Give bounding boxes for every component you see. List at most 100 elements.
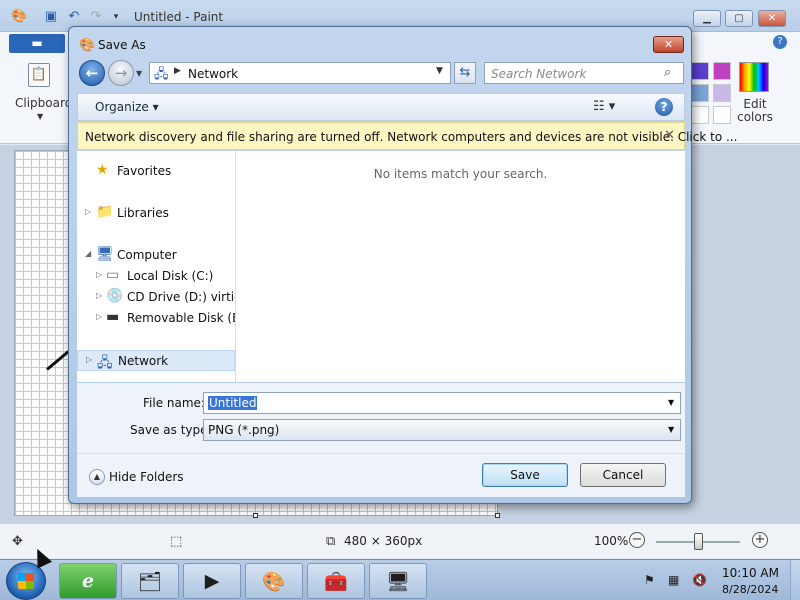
minimize-button[interactable]: ▁ (693, 10, 721, 27)
nav-item-local-disk[interactable]: ▷ ▭ Local Disk (C:) (77, 266, 235, 287)
close-button[interactable]: ✕ (758, 10, 786, 27)
taskbar-toolbox[interactable]: 🧰 (307, 563, 365, 599)
network-icon: 🖧 (154, 67, 169, 82)
address-text[interactable]: Network (188, 67, 238, 81)
network-icon: 🖧 (97, 355, 113, 371)
undo-icon[interactable]: ↶ (66, 9, 82, 25)
clipboard-group[interactable]: 📋 Clipboard ▼ (8, 58, 73, 138)
save-as-type-label: Save as type: (130, 423, 212, 437)
start-button[interactable] (6, 562, 46, 600)
back-button[interactable]: ← (79, 60, 105, 86)
nav-item-computer[interactable]: ◢ 🖥 Computer (77, 245, 235, 266)
nav-item-network[interactable]: ▷ 🖧 Network (77, 350, 235, 371)
file-name-label: File name: (143, 396, 205, 410)
save-icon[interactable]: ▣ (43, 9, 59, 25)
network-discovery-infobar[interactable]: Network discovery and file sharing are t… (77, 122, 737, 150)
media-player-icon: ▶ (204, 570, 220, 592)
star-icon: ★ (96, 162, 109, 178)
nav-item-libraries[interactable]: ▷ 📁 Libraries (77, 203, 235, 224)
edit-colors-label: Edit colors (737, 97, 773, 124)
chevron-down-icon: ▼ (37, 112, 44, 121)
file-menu-tab[interactable]: ▬ (9, 34, 65, 53)
taskbar-media-player[interactable]: ▶ (183, 563, 241, 599)
file-name-input[interactable]: Untitled ▼ (203, 392, 681, 414)
save-as-type-value: PNG (*.png) (208, 423, 280, 437)
chevron-down-icon[interactable]: ▼ (436, 66, 443, 76)
resize-handle[interactable] (495, 513, 500, 518)
nav-item-label: Favorites (117, 164, 172, 178)
color-swatch[interactable] (691, 106, 709, 124)
taskbar-paint[interactable]: 🎨 (245, 563, 303, 599)
file-name-value[interactable]: Untitled (208, 396, 258, 410)
color-swatch[interactable] (691, 84, 709, 102)
paint-app-icon[interactable]: 🎨 (11, 9, 27, 25)
internet-explorer-icon: e (81, 570, 95, 592)
help-icon[interactable]: ? (773, 35, 787, 49)
expand-icon[interactable]: ▷ (96, 312, 102, 321)
color-swatch[interactable] (691, 62, 709, 80)
address-bar[interactable]: 🖧 ▶ Network ▼ (149, 62, 451, 84)
resize-handle[interactable] (253, 513, 258, 518)
expand-icon[interactable]: ▷ (96, 291, 102, 300)
search-placeholder[interactable]: Search Network (491, 67, 586, 81)
clock-date[interactable]: 8/28/2024 (722, 583, 778, 596)
chevron-right-icon[interactable]: ▶ (174, 66, 181, 76)
cancel-button[interactable]: Cancel (580, 463, 666, 487)
control-panel-icon: 🖥 (385, 571, 411, 593)
volume-muted-icon[interactable]: 🔇 (692, 573, 707, 587)
zoom-level: 100% (594, 534, 629, 548)
search-input[interactable]: Search Network ⌕ (484, 62, 684, 84)
save-as-dialog: 🎨 Save As ✕ ← → ▼ 🖧 ▶ Network ▼ ⇆ Search… (68, 26, 737, 504)
nav-item-label: Local Disk (C:) (127, 269, 214, 283)
cd-drive-icon: 💿 (106, 288, 124, 304)
taskbar-file-explorer[interactable]: 🗂 (121, 563, 179, 599)
show-desktop-button[interactable] (790, 560, 800, 600)
color-swatch[interactable] (713, 62, 731, 80)
organize-button[interactable]: Organize ▾ (95, 100, 159, 114)
taskbar-internet-explorer[interactable]: e (59, 563, 117, 599)
action-center-flag-icon[interactable]: ⚑ (644, 573, 655, 587)
taskbar-control-panel[interactable]: 🖥 (369, 563, 427, 599)
redo-icon[interactable]: ↷ (88, 9, 104, 25)
nav-item-label: Computer (117, 248, 177, 262)
nav-item-favorites[interactable]: ★ Favorites (77, 161, 235, 182)
chevron-down-icon[interactable]: ▼ (668, 425, 674, 434)
zoom-out-button[interactable]: − (629, 532, 645, 548)
expand-icon[interactable]: ▷ (85, 207, 91, 216)
clipboard-label: Clipboard (15, 96, 73, 110)
maximize-button[interactable]: ▢ (725, 10, 753, 27)
help-icon[interactable]: ? (655, 98, 673, 116)
close-icon[interactable]: ✕ (664, 128, 675, 143)
zoom-in-button[interactable]: + (752, 532, 768, 548)
recent-locations-icon[interactable]: ▼ (136, 69, 142, 78)
expand-icon[interactable]: ▷ (86, 355, 92, 364)
forward-button[interactable]: → (108, 60, 134, 86)
quick-access-dropdown-icon[interactable]: ▾ (108, 9, 124, 25)
dialog-close-button[interactable]: ✕ (653, 36, 684, 53)
computer-icon: 🖥 (96, 246, 114, 262)
color-swatch[interactable] (713, 84, 731, 102)
color-swatch[interactable] (713, 106, 731, 124)
collapse-icon[interactable]: ◢ (85, 249, 91, 258)
chevron-down-icon[interactable]: ▼ (668, 398, 674, 407)
clipboard-icon: 📋 (28, 63, 50, 87)
hide-folders-button[interactable]: ▲ Hide Folders (89, 468, 199, 486)
clock-time[interactable]: 10:10 AM (722, 566, 779, 580)
refresh-button[interactable]: ⇆ (454, 62, 476, 84)
empty-results-message: No items match your search. (373, 167, 548, 181)
save-as-type-select[interactable]: PNG (*.png) ▼ (203, 419, 681, 441)
library-icon: 📁 (96, 204, 114, 220)
change-view-icon[interactable]: ☷ ▾ (593, 99, 615, 114)
file-list[interactable]: No items match your search. (236, 151, 685, 382)
selection-size-icon: ⬚ (170, 534, 183, 549)
expand-icon[interactable]: ▷ (96, 270, 102, 279)
infobar-message[interactable]: Network discovery and file sharing are t… (85, 130, 737, 144)
network-status-icon[interactable]: ▦ (668, 573, 679, 587)
save-button[interactable]: Save (482, 463, 568, 487)
nav-item-label: Network (118, 354, 169, 368)
edit-colors-button[interactable]: Edit colors (733, 60, 777, 130)
zoom-slider-thumb[interactable] (694, 533, 703, 550)
search-icon[interactable]: ⌕ (664, 65, 671, 80)
nav-item-cd-drive[interactable]: ▷ 💿 CD Drive (D:) virtio-w (77, 287, 235, 308)
nav-item-removable-disk[interactable]: ▷ ▬ Removable Disk (E:) (77, 308, 235, 329)
